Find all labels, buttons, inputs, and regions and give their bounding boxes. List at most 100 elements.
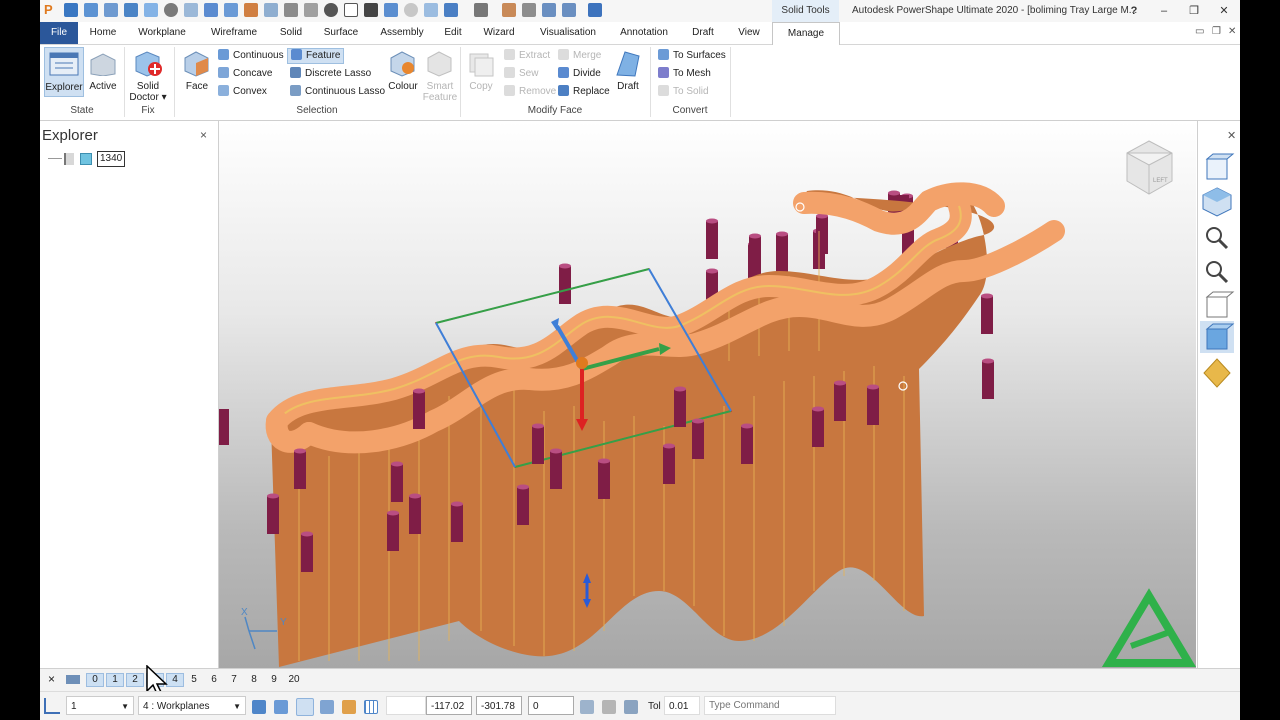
command-input[interactable]	[704, 696, 836, 715]
coordinates-icon[interactable]	[602, 700, 616, 714]
rotate-icon[interactable]	[184, 3, 198, 17]
sphere-icon[interactable]	[404, 3, 418, 17]
material-view-icon[interactable]	[1203, 358, 1231, 388]
level-8[interactable]: 8	[246, 673, 262, 687]
continuous-lasso-button[interactable]: Continuous Lasso	[290, 84, 385, 100]
level-2[interactable]: 2	[126, 673, 144, 687]
divide-button[interactable]: Divide	[558, 66, 601, 82]
tab-surface[interactable]: Surface	[318, 22, 364, 44]
smart-feature-button[interactable]: Smart Feature	[422, 47, 458, 103]
explorer-close-button[interactable]: ×	[200, 128, 207, 142]
level-5[interactable]: 5	[186, 673, 202, 687]
tab-manage[interactable]: Manage	[772, 22, 840, 45]
save-icon[interactable]	[364, 3, 378, 17]
to-surfaces-button[interactable]: To Surfaces	[658, 48, 726, 64]
discrete-lasso-button[interactable]: Discrete Lasso	[290, 66, 371, 82]
workplane-icon[interactable]	[44, 698, 60, 714]
sew-button[interactable]: Sew	[504, 66, 538, 82]
document-icon[interactable]	[344, 3, 358, 17]
cylinder-icon[interactable]	[502, 3, 516, 17]
new-icon[interactable]	[64, 3, 78, 17]
level-9[interactable]: 9	[266, 673, 282, 687]
wire-view-icon[interactable]	[1205, 291, 1235, 318]
zoom-fit-icon[interactable]	[1206, 227, 1229, 250]
gear-icon[interactable]	[164, 3, 178, 17]
level-0[interactable]: 0	[86, 673, 104, 687]
intelligent-cursor-icon[interactable]	[274, 700, 288, 714]
orientation-icon[interactable]	[320, 700, 334, 714]
snap-icon[interactable]	[252, 700, 266, 714]
shaded-view-icon[interactable]	[1200, 321, 1235, 353]
tab-assembly[interactable]: Assembly	[374, 22, 430, 44]
import-icon[interactable]	[384, 3, 398, 17]
grid-toggle-icon[interactable]	[364, 700, 378, 714]
tab-wireframe[interactable]: Wireframe	[204, 22, 264, 44]
minimize-button[interactable]: –	[1150, 0, 1178, 22]
ribbon-restore-icon[interactable]: ❐	[1212, 26, 1221, 37]
node-icon[interactable]	[224, 3, 238, 17]
workplane-toggle-icon[interactable]	[296, 698, 314, 716]
close-button[interactable]: ✕	[1210, 0, 1238, 22]
move-icon[interactable]	[124, 3, 138, 17]
active-button[interactable]: Active	[86, 47, 120, 97]
pointer-icon[interactable]	[588, 3, 602, 17]
solid-doctor-button[interactable]: Solid Doctor ▾	[128, 47, 168, 103]
tab-annotation[interactable]: Annotation	[614, 22, 674, 44]
print-icon[interactable]	[342, 700, 356, 714]
tab-edit[interactable]: Edit	[438, 22, 468, 44]
help-button[interactable]: ?	[1120, 0, 1148, 22]
level-20[interactable]: 20	[286, 673, 302, 687]
delete-icon[interactable]	[324, 3, 338, 17]
tab-file[interactable]: File	[40, 22, 78, 44]
draft-button[interactable]: Draft	[610, 47, 646, 97]
iso-view-icon[interactable]	[1205, 153, 1235, 180]
levels-icon[interactable]	[66, 675, 80, 684]
continuous-button[interactable]: Continuous	[218, 48, 284, 64]
tab-visualisation[interactable]: Visualisation	[532, 22, 604, 44]
level-6[interactable]: 6	[206, 673, 222, 687]
to-mesh-button[interactable]: To Mesh	[658, 66, 711, 82]
level-7[interactable]: 7	[226, 673, 242, 687]
app-logo[interactable]: P	[44, 2, 58, 18]
wrench-icon[interactable]	[522, 3, 536, 17]
tolerance-field[interactable]: 0.01	[664, 696, 700, 715]
face-select-button[interactable]: Face	[180, 47, 214, 97]
graphics-viewport[interactable]: X Y LEFT	[219, 121, 1196, 668]
image-icon[interactable]	[264, 3, 278, 17]
level-select[interactable]: 4 : Workplanes ▼	[138, 696, 246, 715]
colour-button[interactable]: Colour	[386, 47, 420, 97]
polar-icon[interactable]	[624, 700, 638, 714]
restore-button[interactable]: ❐	[1180, 0, 1208, 22]
cube-icon[interactable]	[144, 3, 158, 17]
model-view[interactable]: X Y LEFT	[219, 121, 1196, 668]
close-view-toolbar-button[interactable]: ✕	[1227, 129, 1236, 142]
coord-y-field[interactable]: -301.78	[476, 696, 522, 715]
tab-home[interactable]: Home	[84, 22, 122, 44]
undo-icon[interactable]	[542, 3, 556, 17]
view-cube[interactable]	[1126, 140, 1173, 195]
tab-workplane[interactable]: Workplane	[132, 22, 192, 44]
tab-solid[interactable]: Solid	[272, 22, 310, 44]
tab-wizard[interactable]: Wizard	[476, 22, 522, 44]
select-icon[interactable]	[104, 3, 118, 17]
workplane-select[interactable]: 1 ▼	[66, 696, 134, 715]
remove-button[interactable]: Remove	[504, 84, 556, 100]
concave-button[interactable]: Concave	[218, 66, 272, 82]
top-view-icon[interactable]	[1202, 187, 1232, 217]
ribbon-close-icon[interactable]: ✕	[1228, 26, 1236, 37]
zoom-window-icon[interactable]	[1206, 261, 1229, 284]
redo-icon[interactable]	[562, 3, 576, 17]
coord-x-field[interactable]: -117.02	[426, 696, 472, 715]
copy-face-button[interactable]: Copy	[464, 47, 498, 97]
blank-field[interactable]	[386, 696, 426, 715]
calculator-icon[interactable]	[580, 700, 594, 714]
ribbon-minimize-icon[interactable]: ▭	[1195, 26, 1204, 37]
to-solid-button[interactable]: To Solid	[658, 84, 709, 100]
grid-view-icon[interactable]	[424, 3, 438, 17]
merge-button[interactable]: Merge	[558, 48, 601, 64]
extract-button[interactable]: Extract	[504, 48, 550, 64]
arc-icon[interactable]	[204, 3, 218, 17]
explorer-button[interactable]: Explorer	[44, 47, 84, 97]
printer-icon[interactable]	[474, 3, 488, 17]
tab-draft[interactable]: Draft	[684, 22, 722, 44]
